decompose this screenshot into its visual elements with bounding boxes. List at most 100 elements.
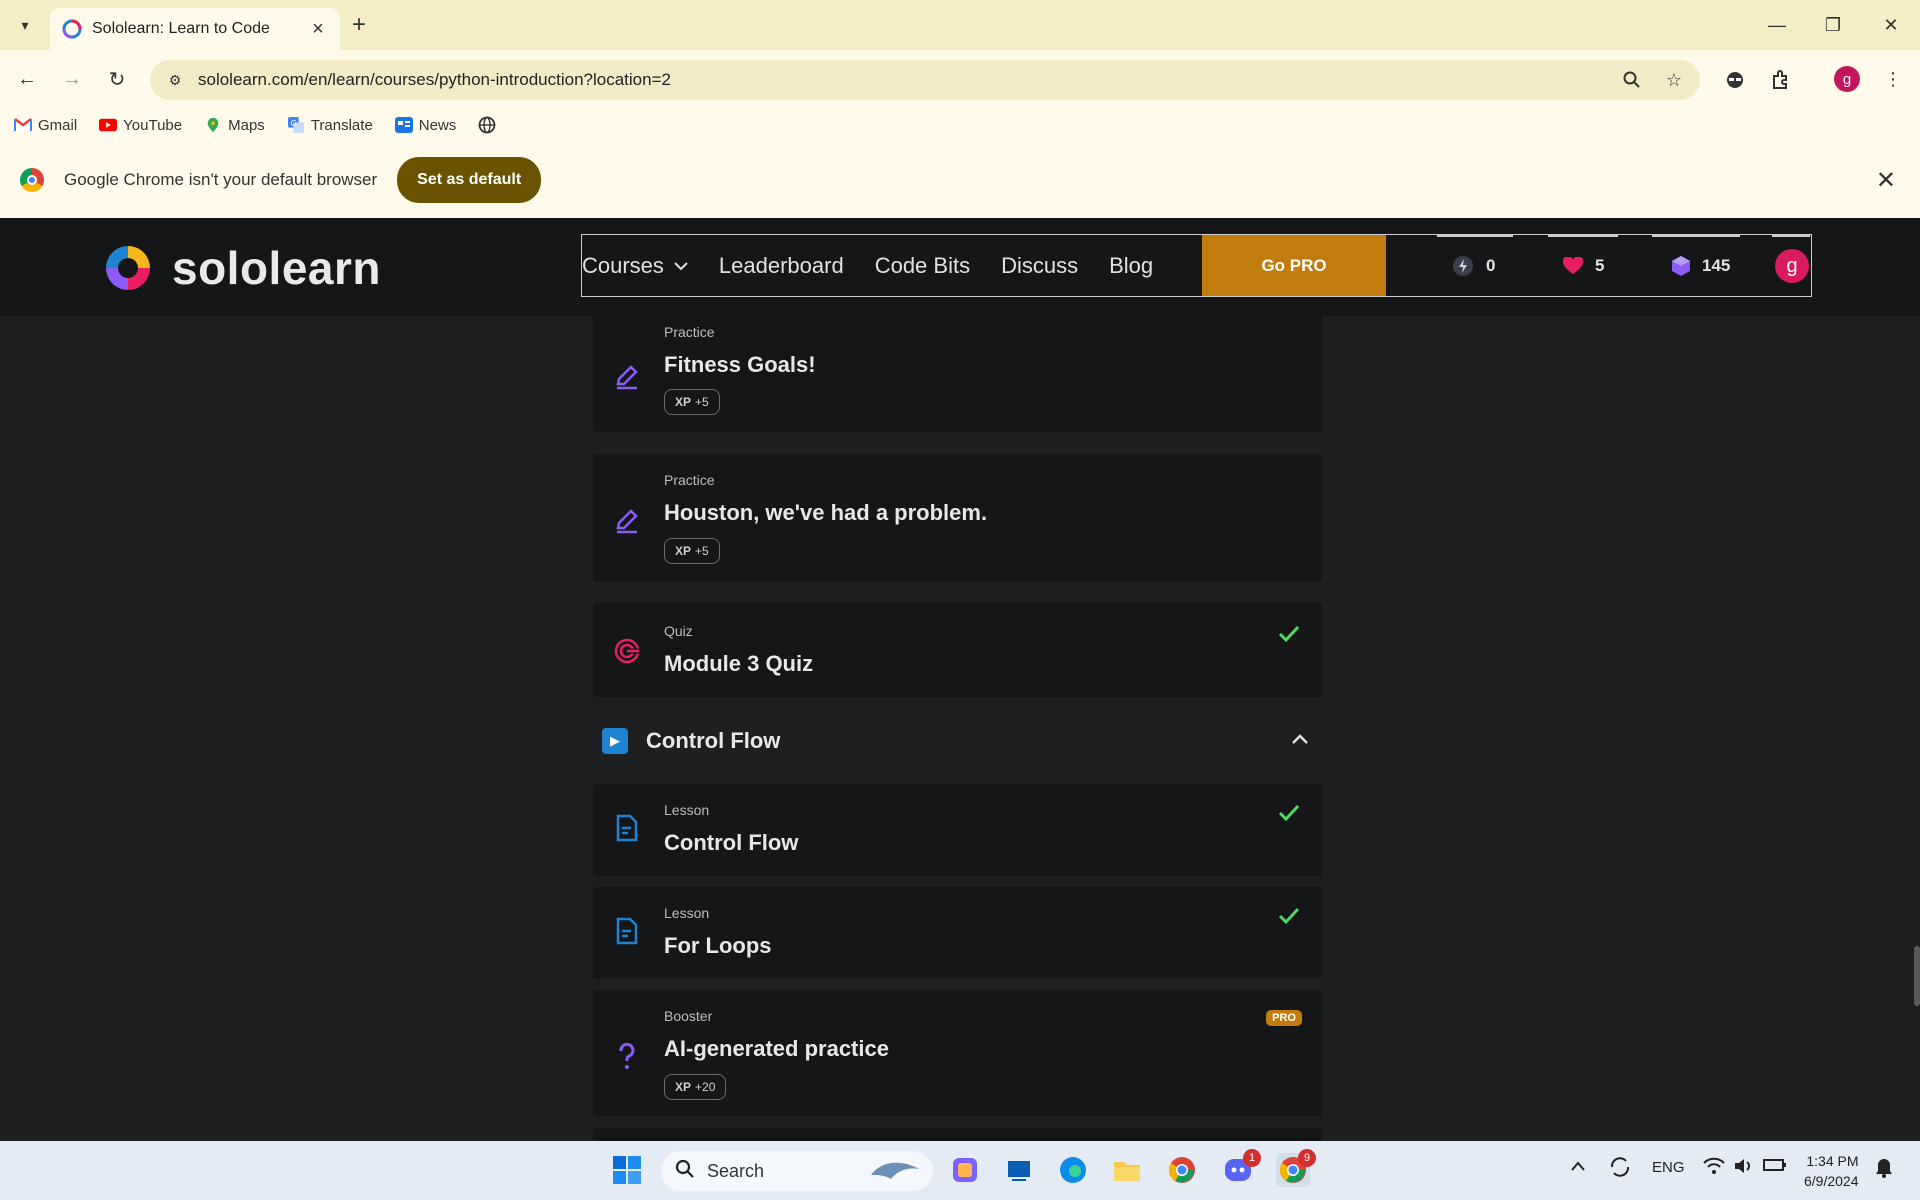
extension-spy-icon[interactable] [1720, 64, 1750, 94]
restore-icon[interactable]: ❐ [1808, 10, 1858, 40]
file-explorer-icon[interactable] [1110, 1153, 1144, 1187]
copilot-icon[interactable] [948, 1153, 982, 1187]
chrome-notification-badge: 9 [1298, 1149, 1316, 1167]
chrome-active-icon[interactable]: 9 [1276, 1149, 1316, 1187]
site-info-icon[interactable]: ⚙ [164, 69, 186, 91]
zoom-icon[interactable] [1616, 64, 1648, 96]
streak-stat[interactable]: 0 [1452, 235, 1495, 296]
banner-close-icon[interactable]: ✕ [1876, 166, 1896, 195]
pencil-icon [616, 509, 638, 534]
list-item[interactable]: Lesson Control Flow [593, 784, 1322, 876]
omnibox[interactable]: ⚙ sololearn.com/en/learn/courses/python-… [150, 60, 1700, 100]
windows-taskbar: Search 1 9 ENG 1:34 PM 6/9/2024 [0, 1141, 1920, 1200]
close-window-icon[interactable]: ✕ [1866, 10, 1916, 40]
browser-tab-bar: ▾ Sololearn: Learn to Code × + — ❐ ✕ [0, 0, 1920, 50]
heart-icon [1563, 256, 1583, 275]
xp-badge: XP +5 [664, 389, 720, 415]
chevron-up-icon[interactable] [1288, 728, 1312, 752]
tab-close-icon[interactable]: × [308, 18, 328, 41]
url-text[interactable]: sololearn.com/en/learn/courses/python-in… [198, 70, 1616, 90]
list-item[interactable] [593, 1128, 1322, 1141]
item-title: Fitness Goals! [664, 352, 816, 377]
edge-icon[interactable] [1056, 1153, 1090, 1187]
nav-discuss[interactable]: Discuss [1001, 253, 1078, 279]
wifi-icon[interactable] [1703, 1157, 1725, 1179]
sync-icon[interactable] [1608, 1155, 1632, 1183]
news-icon [394, 117, 413, 133]
task-view-icon[interactable] [1002, 1153, 1036, 1187]
chevron-down-icon [674, 258, 688, 274]
taskbar-clock[interactable]: 1:34 PM 6/9/2024 [1804, 1151, 1859, 1191]
list-item[interactable]: Booster AI-generated practice XP +20 PRO [593, 990, 1322, 1116]
course-content: Practice Fitness Goals! XP +5 Practice Ho… [0, 316, 1920, 1141]
discord-notification-badge: 1 [1243, 1149, 1261, 1167]
nav-courses[interactable]: Courses [582, 253, 688, 279]
bookmark-maps[interactable]: Maps [204, 117, 265, 134]
nav-leaderboard[interactable]: Leaderboard [719, 253, 844, 279]
item-type: Quiz [664, 623, 693, 639]
item-title: For Loops [664, 933, 772, 958]
forward-icon[interactable]: → [57, 64, 87, 94]
user-avatar[interactable]: g [1775, 249, 1809, 283]
taskbar-search[interactable]: Search [661, 1151, 933, 1191]
set-default-button[interactable]: Set as default [397, 157, 542, 203]
item-type: Booster [664, 1008, 713, 1024]
list-item[interactable]: Quiz Module 3 Quiz [593, 603, 1322, 697]
tab-search-chevron-icon[interactable]: ▾ [12, 12, 38, 38]
bookmarks-bar: Gmail YouTube Maps G Translate News [0, 108, 1920, 142]
minimize-icon[interactable]: — [1752, 10, 1802, 40]
windows-start-icon[interactable] [610, 1153, 644, 1187]
tray-chevron-up-icon[interactable] [1570, 1159, 1586, 1176]
chrome-menu-icon[interactable]: ⋮ [1878, 64, 1908, 94]
chrome-taskbar-icon[interactable] [1165, 1153, 1199, 1187]
nav-code-bits[interactable]: Code Bits [875, 253, 970, 279]
gems-stat[interactable]: 145 [1672, 235, 1730, 296]
item-type: Practice [664, 324, 715, 340]
lightning-icon [1452, 255, 1474, 277]
bookmark-star-icon[interactable]: ☆ [1658, 64, 1690, 96]
new-tab-icon[interactable]: + [352, 12, 366, 38]
youtube-icon [99, 118, 118, 132]
search-icon [675, 1159, 695, 1184]
bookmark-youtube[interactable]: YouTube [99, 117, 182, 134]
extensions-puzzle-icon[interactable] [1766, 64, 1796, 94]
sololearn-logo[interactable]: sololearn [100, 240, 381, 296]
play-icon: ▶ [602, 728, 628, 754]
module-section-header[interactable]: ▶ Control Flow [593, 708, 1322, 772]
nav-blog[interactable]: Blog [1109, 253, 1153, 279]
svg-text:G: G [290, 119, 296, 128]
back-icon[interactable]: ← [12, 64, 42, 94]
page-scrollbar[interactable] [1914, 946, 1920, 1006]
pro-badge: PRO [1266, 1010, 1302, 1026]
reload-icon[interactable]: ↻ [102, 64, 132, 94]
language-indicator[interactable]: ENG [1652, 1159, 1685, 1176]
item-type: Lesson [664, 905, 710, 921]
check-icon [1278, 625, 1300, 643]
bookmark-gmail[interactable]: Gmail [14, 117, 77, 134]
item-title: Control Flow [664, 830, 799, 855]
discord-icon[interactable]: 1 [1221, 1149, 1261, 1187]
list-item[interactable]: Lesson For Loops [593, 887, 1322, 979]
check-icon [1278, 907, 1300, 925]
list-item[interactable]: Practice Fitness Goals! XP +5 [593, 316, 1322, 432]
stat-divider [1772, 235, 1810, 237]
bookmark-news[interactable]: News [394, 117, 456, 134]
bookmark-translate[interactable]: G Translate [287, 117, 373, 134]
default-browser-banner: Google Chrome isn't your default browser… [0, 142, 1920, 218]
gem-icon [1672, 255, 1690, 276]
tab-title: Sololearn: Learn to Code [92, 20, 270, 37]
battery-icon[interactable] [1763, 1157, 1787, 1177]
banner-message: Google Chrome isn't your default browser [64, 170, 378, 189]
chrome-profile-avatar[interactable]: g [1834, 66, 1860, 92]
hearts-stat[interactable]: 5 [1563, 235, 1604, 296]
notification-bell-icon[interactable] [1874, 1157, 1894, 1183]
chrome-logo-icon [20, 168, 44, 192]
item-title: AI-generated practice [664, 1036, 889, 1061]
volume-icon[interactable] [1733, 1157, 1755, 1179]
list-item[interactable]: Practice Houston, we've had a problem. X… [593, 454, 1322, 582]
bookmark-globe[interactable] [478, 116, 496, 134]
item-title: Houston, we've had a problem. [664, 500, 988, 525]
go-pro-button[interactable]: Go PRO [1202, 235, 1386, 296]
browser-tab[interactable]: Sololearn: Learn to Code × [50, 8, 340, 50]
sololearn-header: sololearn Courses Leaderboard Code Bits … [0, 218, 1920, 316]
